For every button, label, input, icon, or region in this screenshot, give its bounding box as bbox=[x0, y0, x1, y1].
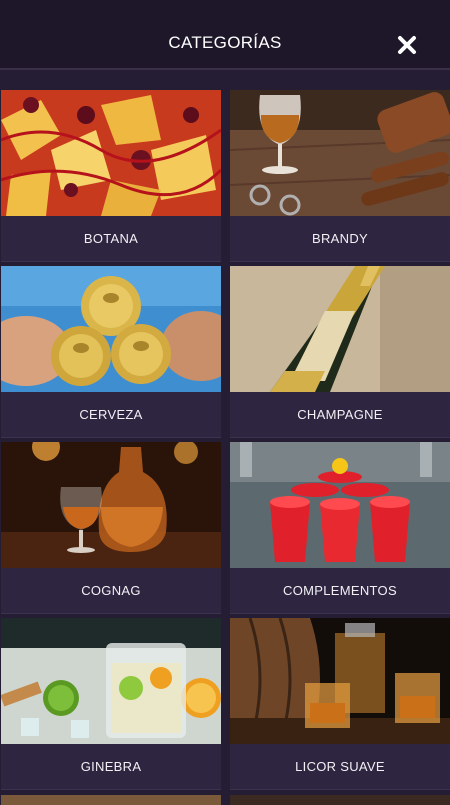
category-label: GINEBRA bbox=[80, 759, 142, 774]
category-card-complementos[interactable]: COMPLEMENTOS bbox=[230, 442, 450, 614]
category-label: COMPLEMENTOS bbox=[283, 583, 397, 598]
category-card-champagne[interactable]: CHAMPAGNE bbox=[230, 266, 450, 438]
category-card-brandy[interactable]: BRANDY bbox=[230, 90, 450, 262]
category-card-botana[interactable]: BOTANA bbox=[1, 90, 221, 262]
top-bar: CATEGORÍAS bbox=[0, 0, 450, 70]
page-title: CATEGORÍAS bbox=[168, 33, 282, 52]
category-card-partial[interactable] bbox=[230, 795, 450, 805]
whisky-glasses-and-barrel-photo bbox=[230, 618, 450, 744]
category-label: BRANDY bbox=[312, 231, 368, 246]
category-card-cognag[interactable]: COGNAG bbox=[1, 442, 221, 614]
chips-with-sauce-photo bbox=[1, 90, 221, 216]
category-label: CHAMPAGNE bbox=[297, 407, 383, 422]
category-card-ginebra[interactable]: GINEBRA bbox=[1, 618, 221, 790]
category-label: CERVEZA bbox=[79, 407, 143, 422]
gin-tonic-cocktail-photo bbox=[1, 618, 221, 744]
brandy-glass-and-cigars-photo bbox=[230, 90, 450, 216]
cognac-glass-and-decanter-photo bbox=[1, 442, 221, 568]
red-cups-beer-pong-photo bbox=[230, 442, 450, 568]
category-label: BOTANA bbox=[83, 231, 139, 246]
close-icon[interactable] bbox=[396, 34, 418, 56]
category-card-cerveza[interactable]: CERVEZA bbox=[1, 266, 221, 438]
champagne-bottle-photo bbox=[230, 266, 450, 392]
category-label: LICOR SUAVE bbox=[295, 759, 385, 774]
beer-cans-in-hands-photo bbox=[1, 266, 221, 392]
category-card-partial[interactable] bbox=[1, 795, 221, 805]
category-card-licor-suave[interactable]: LICOR SUAVE bbox=[230, 618, 450, 790]
category-label: COGNAG bbox=[81, 583, 141, 598]
